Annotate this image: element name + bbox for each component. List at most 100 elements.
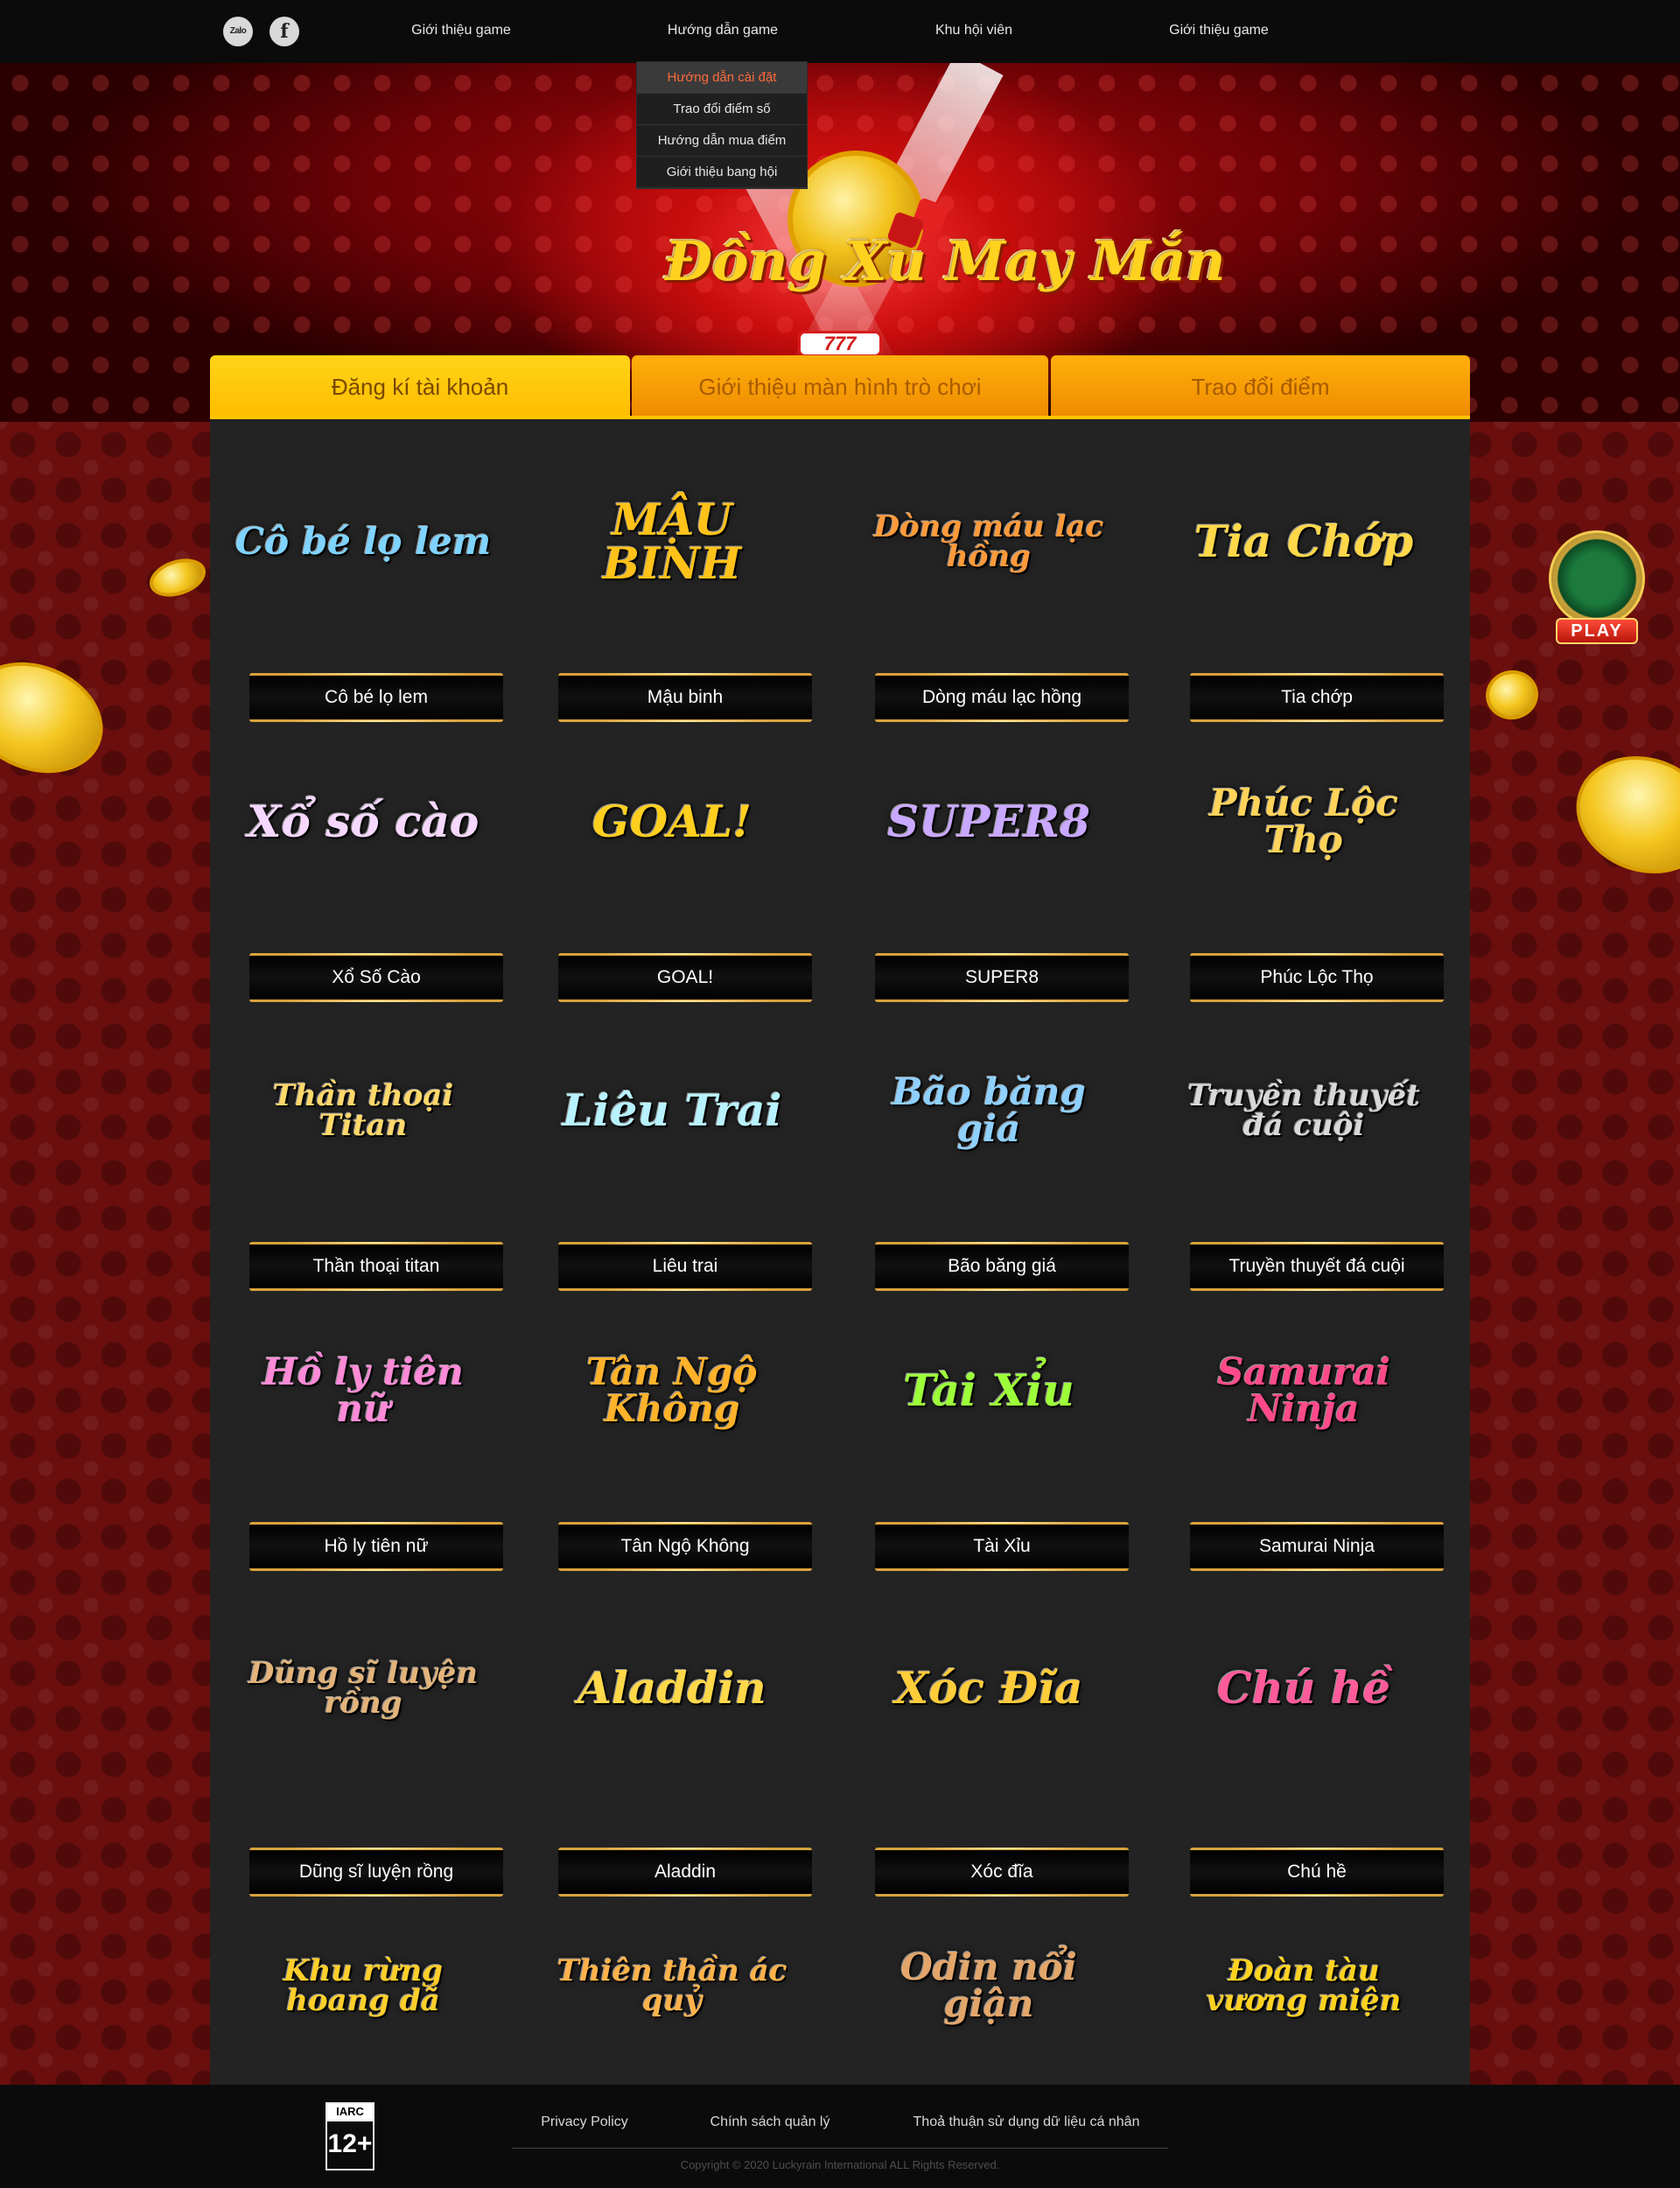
game-logo-title: Đồng Xu May Mắn <box>665 229 1226 293</box>
game-logo[interactable]: Tân Ngộ Không <box>541 1312 803 1469</box>
facebook-icon[interactable]: f <box>270 17 299 46</box>
game-label-bar: Xổ Số Cào <box>249 953 503 1002</box>
tab-gioi-thieu-man-hinh[interactable]: Giới thiệu màn hình trò chơi <box>632 355 1048 418</box>
game-label-bar: Thần thoại titan <box>249 1242 503 1291</box>
nav-item-gioi-thieu-game-2[interactable]: Giới thiệu game <box>1169 23 1269 39</box>
game-label-bar: Tân Ngộ Không <box>558 1522 812 1571</box>
game-logo[interactable]: Xóc Đĩa <box>858 1609 1120 1767</box>
game-label: Tài Xỉu <box>973 1536 1031 1556</box>
privacy-policy-link[interactable]: Privacy Policy <box>541 2114 628 2130</box>
game-logo[interactable]: Cô bé lọ lem <box>232 463 494 621</box>
guide-dropdown-menu: Hướng dẫn cài đặt Trao đổi điểm số Hướng… <box>636 61 808 189</box>
play-badge[interactable]: PLAY <box>1545 530 1648 648</box>
footer-divider <box>512 2148 1168 2149</box>
iarc-title: IARC <box>327 2104 373 2121</box>
game-label: Thần thoại titan <box>312 1256 440 1276</box>
game-card[interactable]: Bão băng giá Bão băng giá <box>858 1032 1129 1312</box>
game-card[interactable]: Thiên thần ác quỷ <box>541 1907 803 2085</box>
game-card[interactable]: Xóc Đĩa Xóc đĩa <box>858 1609 1129 1897</box>
game-label-bar: SUPER8 <box>875 953 1129 1002</box>
game-logo[interactable]: Dòng máu lạc hồng <box>858 463 1120 621</box>
game-label: Bão băng giá <box>948 1256 1056 1276</box>
game-logo[interactable]: Hồ ly tiên nữ <box>232 1312 494 1469</box>
game-logo[interactable]: MẬU BINH <box>541 463 803 621</box>
game-label: Chú hề <box>1287 1862 1347 1882</box>
dropdown-item-huong-dan-mua-diem[interactable]: Hướng dẫn mua điểm <box>637 125 807 157</box>
game-logo[interactable]: Đoàn tàu vương miện <box>1172 1907 1435 2065</box>
game-card[interactable]: MẬU BINH Mậu binh <box>541 463 812 743</box>
game-logo[interactable]: GOAL! <box>541 743 803 901</box>
nav-item-gioi-thieu-game[interactable]: Giới thiệu game <box>411 23 511 39</box>
game-card[interactable]: Odin nổi giận <box>858 1907 1120 2085</box>
play-button[interactable]: PLAY <box>1556 618 1638 644</box>
game-card[interactable]: Cô bé lọ lem Cô bé lọ lem <box>232 463 503 743</box>
nav-item-huong-dan-game[interactable]: Hướng dẫn game <box>668 23 778 39</box>
game-card[interactable]: Hồ ly tiên nữ Hồ ly tiên nữ <box>232 1312 503 1592</box>
game-logo-badge: 777 <box>798 331 882 357</box>
dropdown-item-trao-doi-diem-so[interactable]: Trao đổi điểm số <box>637 94 807 125</box>
iarc-rating: 12+ <box>327 2129 373 2158</box>
game-logo[interactable]: Tài Xỉu <box>858 1312 1120 1469</box>
game-card[interactable]: Tân Ngộ Không Tân Ngộ Không <box>541 1312 812 1592</box>
game-label: Dũng sĩ luyện rồng <box>298 1862 454 1882</box>
game-logo[interactable]: Truyền thuyết đá cuội <box>1172 1032 1435 1189</box>
game-label-bar: Chú hề <box>1190 1848 1444 1897</box>
game-logo[interactable]: Tia Chớp <box>1172 463 1435 621</box>
game-card[interactable]: Samurai Ninja Samurai Ninja <box>1172 1312 1444 1592</box>
game-logo[interactable]: Aladdin <box>541 1609 803 1767</box>
game-card[interactable]: Thần thoại Titan Thần thoại titan <box>232 1032 503 1312</box>
game-label-bar: Dòng máu lạc hồng <box>875 673 1129 722</box>
game-label-bar: Liêu trai <box>558 1242 812 1291</box>
game-label-bar: Xóc đĩa <box>875 1848 1129 1897</box>
game-logo[interactable]: Phúc Lộc Thọ <box>1172 743 1435 901</box>
game-logo[interactable]: Chú hề <box>1172 1609 1435 1767</box>
iarc-rating-badge: IARC 12+ <box>326 2102 374 2170</box>
game-label-bar: Phúc Lộc Thọ <box>1190 953 1444 1002</box>
data-usage-agreement-link[interactable]: Thoả thuận sử dụng dữ liệu cá nhân <box>914 2114 1140 2130</box>
game-logo[interactable]: Thiên thần ác quỷ <box>541 1907 803 2065</box>
game-card[interactable]: Tia Chớp Tia chớp <box>1172 463 1444 743</box>
game-label: Cô bé lọ lem <box>325 687 428 707</box>
dropdown-item-gioi-thieu-bang-hoi[interactable]: Giới thiệu bang hội <box>637 157 807 188</box>
tab-dang-ki-tai-khoan[interactable]: Đăng kí tài khoản <box>210 355 630 418</box>
game-logo[interactable]: Odin nổi giận <box>858 1907 1120 2065</box>
nav-item-khu-hoi-vien[interactable]: Khu hội viên <box>935 23 1012 39</box>
game-card[interactable]: Xổ số cào Xổ Số Cào <box>232 743 503 1023</box>
game-card[interactable]: Dòng máu lạc hồng Dòng máu lạc hồng <box>858 463 1129 743</box>
game-card[interactable]: Truyền thuyết đá cuội Truyền thuyết đá cu… <box>1172 1032 1444 1312</box>
game-logo[interactable]: Bão băng giá <box>858 1032 1120 1189</box>
game-card[interactable]: Phúc Lộc Thọ Phúc Lộc Thọ <box>1172 743 1444 1023</box>
tab-trao-doi-diem[interactable]: Trao đổi điểm <box>1051 355 1470 418</box>
game-card[interactable]: SUPER8 SUPER8 <box>858 743 1129 1023</box>
game-logo[interactable]: Samurai Ninja <box>1172 1312 1435 1469</box>
game-label: Truyền thuyết đá cuội <box>1228 1256 1405 1276</box>
game-label: GOAL! <box>656 967 714 987</box>
game-label-bar: Hồ ly tiên nữ <box>249 1522 503 1571</box>
game-logo[interactable]: Dũng sĩ luyện rồng <box>232 1609 494 1767</box>
game-label: Xóc đĩa <box>970 1862 1033 1882</box>
game-label-bar: Cô bé lọ lem <box>249 673 503 722</box>
game-label: Dòng máu lạc hồng <box>921 687 1082 707</box>
game-label: SUPER8 <box>964 967 1040 987</box>
game-card[interactable]: Tài Xỉu Tài Xỉu <box>858 1312 1129 1592</box>
game-logo[interactable]: Xổ số cào <box>232 743 494 901</box>
zalo-icon[interactable]: Zalo <box>223 17 253 46</box>
game-card[interactable]: Liêu Trai Liêu trai <box>541 1032 812 1312</box>
game-logo[interactable]: Liêu Trai <box>541 1032 803 1189</box>
game-card[interactable]: GOAL! GOAL! <box>541 743 812 1023</box>
game-card[interactable]: Chú hề Chú hề <box>1172 1609 1444 1897</box>
dropdown-item-huong-dan-cai-dat[interactable]: Hướng dẫn cài đặt <box>637 62 807 94</box>
game-card[interactable]: Khu rừng hoang dã <box>232 1907 494 2085</box>
game-label: Hồ ly tiên nữ <box>324 1536 429 1556</box>
game-label-bar: Truyền thuyết đá cuội <box>1190 1242 1444 1291</box>
game-card[interactable]: Đoàn tàu vương miện <box>1172 1907 1435 2085</box>
game-label-bar: Bão băng giá <box>875 1242 1129 1291</box>
game-logo[interactable]: Khu rừng hoang dã <box>232 1907 494 2065</box>
game-label-bar: Tia chớp <box>1190 673 1444 722</box>
game-grid-panel: Cô bé lọ lem Cô bé lọ lem MẬU BINH Mậu binh… <box>210 419 1470 2085</box>
game-logo[interactable]: SUPER8 <box>858 743 1120 901</box>
management-policy-link[interactable]: Chính sách quản lý <box>710 2114 830 2130</box>
game-card[interactable]: Aladdin Aladdin <box>541 1609 812 1897</box>
game-logo[interactable]: Thần thoại Titan <box>232 1032 494 1189</box>
game-card[interactable]: Dũng sĩ luyện rồng Dũng sĩ luyện rồng <box>232 1609 503 1897</box>
